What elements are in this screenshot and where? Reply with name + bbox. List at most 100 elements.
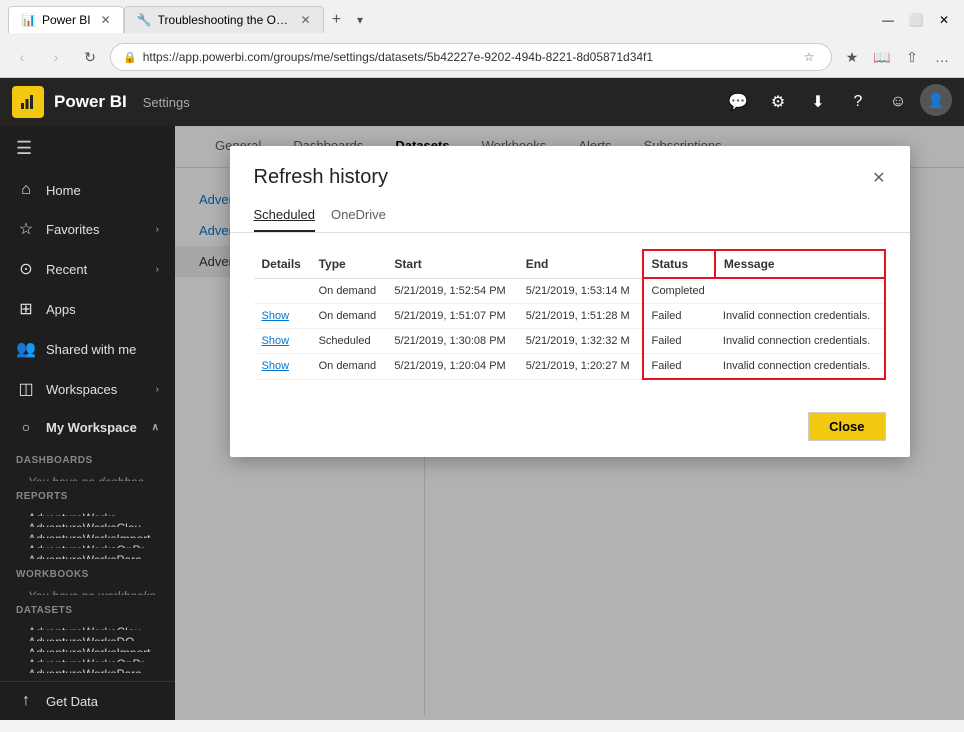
sidebar-label-favorites: Favorites (46, 222, 146, 237)
tab-dropdown-button[interactable]: ▾ (349, 9, 371, 31)
modal-overlay[interactable]: Refresh history ✕ Scheduled OneDrive (175, 126, 964, 720)
cell-status-1: Failed (643, 304, 715, 329)
show-link-3[interactable]: Show (262, 360, 290, 372)
get-data-icon: ↑ (16, 692, 36, 710)
modal-close-btn[interactable]: Close (808, 412, 885, 441)
cell-type-3: On demand (311, 354, 387, 380)
sidebar-item-apps[interactable]: ⊞ Apps (0, 289, 175, 329)
powerbi-logo (12, 86, 44, 118)
my-workspace-label: My Workspace (46, 420, 152, 435)
chat-icon[interactable]: 💬 (720, 84, 756, 120)
report-item-2[interactable]: AdventureWorksImport (0, 527, 175, 538)
maximize-button[interactable]: ⬜ (904, 8, 928, 32)
end-suffix-3: M (621, 360, 630, 372)
table-row: Show Scheduled 5/21/2019, 1:30:08 PM 5/2… (254, 329, 885, 354)
no-dashboards-text: You have no dashboards (0, 470, 175, 481)
show-link-1[interactable]: Show (262, 310, 290, 322)
col-header-message: Message (715, 250, 885, 278)
cell-details-3[interactable]: Show (254, 354, 311, 380)
browser-tab-active[interactable]: 📊 Power BI ✕ (8, 6, 124, 33)
end-time-1: 5/21/2019, 1:51:28 (526, 310, 618, 322)
end-suffix-0: M (621, 285, 630, 297)
user-avatar[interactable]: 👤 (920, 84, 952, 116)
cell-start-1: 5/21/2019, 1:51:07 PM (386, 304, 517, 329)
browser-titlebar: 📊 Power BI ✕ 🔧 Troubleshooting the On-pr… (0, 0, 964, 39)
address-bar[interactable]: 🔒 https://app.powerbi.com/groups/me/sett… (110, 43, 832, 71)
sidebar-item-workspaces[interactable]: ◫ Workspaces › (0, 369, 175, 409)
cell-end-0: 5/21/2019, 1:53:14 M (518, 278, 643, 304)
settings-icon[interactable]: ⚙ (760, 84, 796, 120)
end-time-3: 5/21/2019, 1:20:27 (526, 360, 618, 372)
tab-close-1[interactable]: ✕ (101, 13, 111, 27)
cell-message-2: Invalid connection credentials. (715, 329, 885, 354)
report-item-3[interactable]: AdventureWorksOnPremAndC... (0, 538, 175, 549)
shared-icon: 👥 (16, 339, 36, 359)
favorites-icon[interactable]: ★ (838, 43, 866, 71)
report-item-4[interactable]: AdventureWorksParameterize... (0, 548, 175, 559)
download-icon[interactable]: ⬇ (800, 84, 836, 120)
table-row: Show On demand 5/21/2019, 1:20:04 PM 5/2… (254, 354, 885, 380)
recent-icon: ⊙ (16, 259, 36, 279)
no-workbooks-text: You have no workbooks (0, 584, 175, 595)
window-controls: — ⬜ ✕ (876, 8, 956, 32)
dataset-sidebar-1[interactable]: AdventureWorksDQ (0, 630, 175, 641)
sidebar-item-home[interactable]: ⌂ Home (0, 171, 175, 209)
url-text: https://app.powerbi.com/groups/me/settin… (143, 50, 653, 64)
show-link-2[interactable]: Show (262, 335, 290, 347)
cell-status-0: Completed (643, 278, 715, 304)
cell-details-2[interactable]: Show (254, 329, 311, 354)
table-row: On demand 5/21/2019, 1:52:54 PM 5/21/201… (254, 278, 885, 304)
dataset-sidebar-2[interactable]: AdventureWorksImport (0, 641, 175, 652)
my-workspace-icon: ○ (16, 419, 36, 435)
modal-subtab-scheduled[interactable]: Scheduled (254, 201, 315, 232)
modal-close-button[interactable]: ✕ (872, 168, 885, 188)
cell-message-0 (715, 278, 885, 304)
dataset-sidebar-4[interactable]: AdventureWorksParameterize... (0, 662, 175, 673)
new-tab-button[interactable]: + (324, 7, 349, 33)
sidebar-bottom: ↑ Get Data (0, 673, 175, 720)
modal-subtab-onedrive[interactable]: OneDrive (331, 201, 386, 232)
sidebar-label-apps: Apps (46, 302, 159, 317)
minimize-button[interactable]: — (876, 8, 900, 32)
back-button[interactable]: ‹ (8, 43, 36, 71)
browser-tab-2[interactable]: 🔧 Troubleshooting the On-pre ✕ (124, 6, 324, 33)
chevron-up-icon: ∧ (152, 422, 159, 433)
tab-title-1: Power BI (42, 13, 91, 27)
chevron-right-icon-ws: › (156, 384, 159, 395)
dataset-sidebar-3[interactable]: AdventureWorksOnPremAndC... (0, 652, 175, 663)
section-label-dashboards: DASHBOARDS (0, 445, 175, 470)
col-header-type: Type (311, 250, 387, 278)
modal-title: Refresh history (254, 166, 389, 189)
cell-message-3: Invalid connection credentials. (715, 354, 885, 380)
tab-close-2[interactable]: ✕ (301, 13, 311, 27)
browser-extra-icons: ★ 📖 ⇧ … (838, 43, 956, 71)
cell-details-0 (254, 278, 311, 304)
help-icon[interactable]: ? (840, 84, 876, 120)
main-layout: ☰ ⌂ Home ☆ Favorites › ⊙ Recent › ⊞ Apps… (0, 126, 964, 720)
refresh-button[interactable]: ↻ (76, 43, 104, 71)
share-icon[interactable]: ⇧ (898, 43, 926, 71)
modal-subtabs: Scheduled OneDrive (230, 201, 910, 233)
report-item-1[interactable]: AdventureWorksCloudImport (0, 516, 175, 527)
bookmark-icon[interactable]: ☆ (799, 47, 819, 67)
dataset-sidebar-0[interactable]: AdventureWorksCloudImport (0, 620, 175, 631)
sidebar-item-favorites[interactable]: ☆ Favorites › (0, 209, 175, 249)
col-header-start: Start (386, 250, 517, 278)
powerbi-logo-icon (19, 93, 37, 111)
sidebar-item-get-data[interactable]: ↑ Get Data (0, 681, 175, 720)
browser-chrome: 📊 Power BI ✕ 🔧 Troubleshooting the On-pr… (0, 0, 964, 78)
refresh-history-modal: Refresh history ✕ Scheduled OneDrive (230, 146, 910, 457)
hamburger-button[interactable]: ☰ (0, 126, 175, 171)
forward-button[interactable]: › (42, 43, 70, 71)
sidebar-my-workspace[interactable]: ○ My Workspace ∧ (0, 409, 175, 445)
close-button[interactable]: ✕ (932, 8, 956, 32)
cell-details-1[interactable]: Show (254, 304, 311, 329)
end-suffix-1: M (621, 310, 630, 322)
sidebar-item-shared[interactable]: 👥 Shared with me (0, 329, 175, 369)
read-icon[interactable]: 📖 (868, 43, 896, 71)
section-label-datasets: DATASETS (0, 595, 175, 620)
report-item-0[interactable]: AdventureWorks (0, 506, 175, 517)
feedback-icon[interactable]: ☺ (880, 84, 916, 120)
sidebar-item-recent[interactable]: ⊙ Recent › (0, 249, 175, 289)
more-button[interactable]: … (928, 43, 956, 71)
